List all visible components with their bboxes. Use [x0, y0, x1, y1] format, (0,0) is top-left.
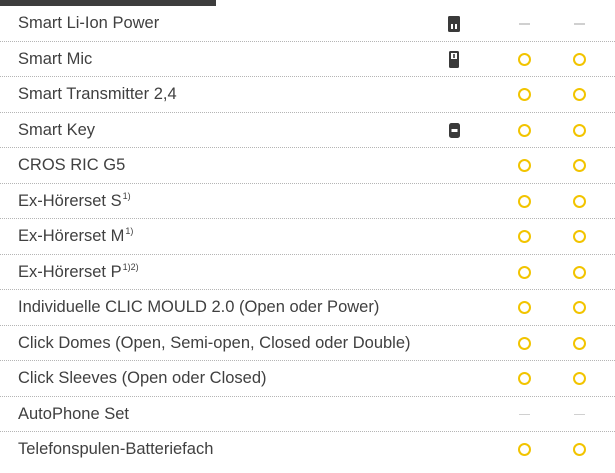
column-2-cell	[567, 42, 591, 78]
row-label-text: Individuelle CLIC MOULD 2.0 (Open oder P…	[18, 298, 380, 316]
table-row: Ex-Hörerset P1)2)	[0, 255, 615, 291]
optional-circle-icon	[517, 372, 531, 386]
column-2-cell	[567, 255, 591, 291]
table-row: Smart Mic	[0, 42, 615, 78]
table-row: Ex-Hörerset S1)	[0, 184, 615, 220]
row-label: Smart Transmitter 2,4	[18, 77, 177, 113]
column-1-cell	[512, 113, 536, 149]
row-label-text: AutoPhone Set	[18, 404, 130, 423]
optional-circle-icon	[572, 372, 586, 386]
remote-key-icon	[446, 113, 462, 149]
optional-circle-icon	[572, 336, 586, 350]
accessory-table: Smart Li-Ion Power Smart Mic Smart Transmi…	[0, 6, 615, 468]
row-label: Ex-Hörerset P1)2)	[18, 255, 139, 291]
row-label: Smart Mic	[18, 42, 92, 78]
table-row: Click Domes (Open, Semi-open, Closed ode…	[0, 326, 615, 362]
row-label-text: Smart Li-Ion Power	[18, 14, 160, 32]
column-2-cell	[567, 361, 591, 397]
table-row: Click Sleeves (Open oder Closed)	[0, 361, 615, 397]
optional-circle-icon	[517, 88, 531, 102]
column-1-cell	[512, 361, 536, 397]
optional-circle-icon	[517, 194, 531, 208]
footnote-marker: 1)	[122, 190, 131, 201]
row-label: Click Sleeves (Open oder Closed)	[18, 361, 267, 397]
optional-circle-icon	[572, 88, 586, 102]
table-row: Individuelle CLIC MOULD 2.0 (Open oder P…	[0, 290, 615, 326]
optional-circle-icon	[517, 336, 531, 350]
footnote-marker: 1)2)	[122, 261, 139, 272]
optional-circle-icon	[517, 301, 531, 315]
table-row: CROS RIC G5	[0, 148, 615, 184]
table-row: Smart Li-Ion Power	[0, 6, 615, 42]
optional-circle-icon	[517, 159, 531, 173]
row-label: CROS RIC G5	[18, 148, 125, 184]
column-2-cell	[567, 219, 591, 255]
optional-circle-icon	[572, 52, 586, 66]
column-2-cell	[567, 432, 591, 468]
column-2-cell	[567, 6, 591, 42]
row-label-text: Ex-Hörerset M	[18, 227, 125, 245]
optional-circle-icon	[517, 265, 531, 279]
optional-circle-icon	[572, 194, 586, 208]
column-2-cell	[567, 397, 591, 433]
row-label: Smart Li-Ion Power	[18, 6, 159, 42]
column-2-cell	[567, 184, 591, 220]
column-1-cell	[512, 290, 536, 326]
optional-circle-icon	[572, 230, 586, 244]
column-1-cell	[512, 42, 536, 78]
optional-circle-icon	[572, 159, 586, 173]
row-label-text: Smart Mic	[18, 49, 93, 68]
column-1-cell	[512, 255, 536, 291]
column-1-cell	[512, 432, 536, 468]
optional-circle-icon	[572, 265, 586, 279]
column-2-cell	[567, 290, 591, 326]
smart-mic-icon	[446, 42, 462, 78]
row-label: Ex-Hörerset M1)	[18, 219, 133, 255]
column-1-cell	[512, 219, 536, 255]
row-label-text: CROS RIC G5	[18, 156, 126, 174]
row-label-text: Click Sleeves (Open oder Closed)	[18, 369, 267, 387]
not-available-dash-icon	[573, 413, 585, 415]
optional-circle-icon	[517, 443, 531, 457]
column-1-cell	[512, 397, 536, 433]
not-available-dash-icon	[573, 23, 585, 25]
optional-circle-icon	[572, 443, 586, 457]
column-2-cell	[567, 77, 591, 113]
row-label-text: Smart Transmitter 2,4	[18, 85, 177, 103]
row-label-text: Ex-Hörerset S	[18, 191, 122, 210]
row-label-text: Click Domes (Open, Semi-open, Closed ode…	[18, 333, 411, 352]
column-2-cell	[567, 113, 591, 149]
table-row: Smart Key	[0, 113, 615, 149]
table-row: Smart Transmitter 2,4	[0, 77, 615, 113]
column-1-cell	[512, 77, 536, 113]
column-1-cell	[512, 184, 536, 220]
column-1-cell	[512, 326, 536, 362]
column-1-cell	[512, 148, 536, 184]
column-1-cell	[512, 6, 536, 42]
footnote-marker: 1)	[125, 226, 134, 236]
not-available-dash-icon	[518, 23, 530, 25]
optional-circle-icon	[572, 301, 586, 315]
optional-circle-icon	[517, 230, 531, 244]
optional-circle-icon	[517, 52, 531, 66]
row-label: Telefonspulen-Batteriefach	[18, 432, 213, 468]
optional-circle-icon	[517, 123, 531, 137]
row-label: Smart Key	[18, 113, 95, 149]
charger-icon	[446, 6, 462, 42]
table-row: AutoPhone Set	[0, 397, 615, 433]
table-row: Ex-Hörerset M1)	[0, 219, 615, 255]
row-label: Ex-Hörerset S1)	[18, 184, 131, 220]
row-label: Individuelle CLIC MOULD 2.0 (Open oder P…	[18, 290, 379, 326]
not-available-dash-icon	[518, 413, 530, 415]
row-label: Click Domes (Open, Semi-open, Closed ode…	[18, 326, 411, 362]
column-2-cell	[567, 326, 591, 362]
row-label-text: Ex-Hörerset P	[18, 262, 122, 281]
row-label-text: Telefonspulen-Batteriefach	[18, 440, 214, 458]
row-label: AutoPhone Set	[18, 397, 129, 433]
table-row: Telefonspulen-Batteriefach	[0, 432, 615, 468]
column-2-cell	[567, 148, 591, 184]
optional-circle-icon	[572, 123, 586, 137]
row-label-text: Smart Key	[18, 120, 96, 139]
